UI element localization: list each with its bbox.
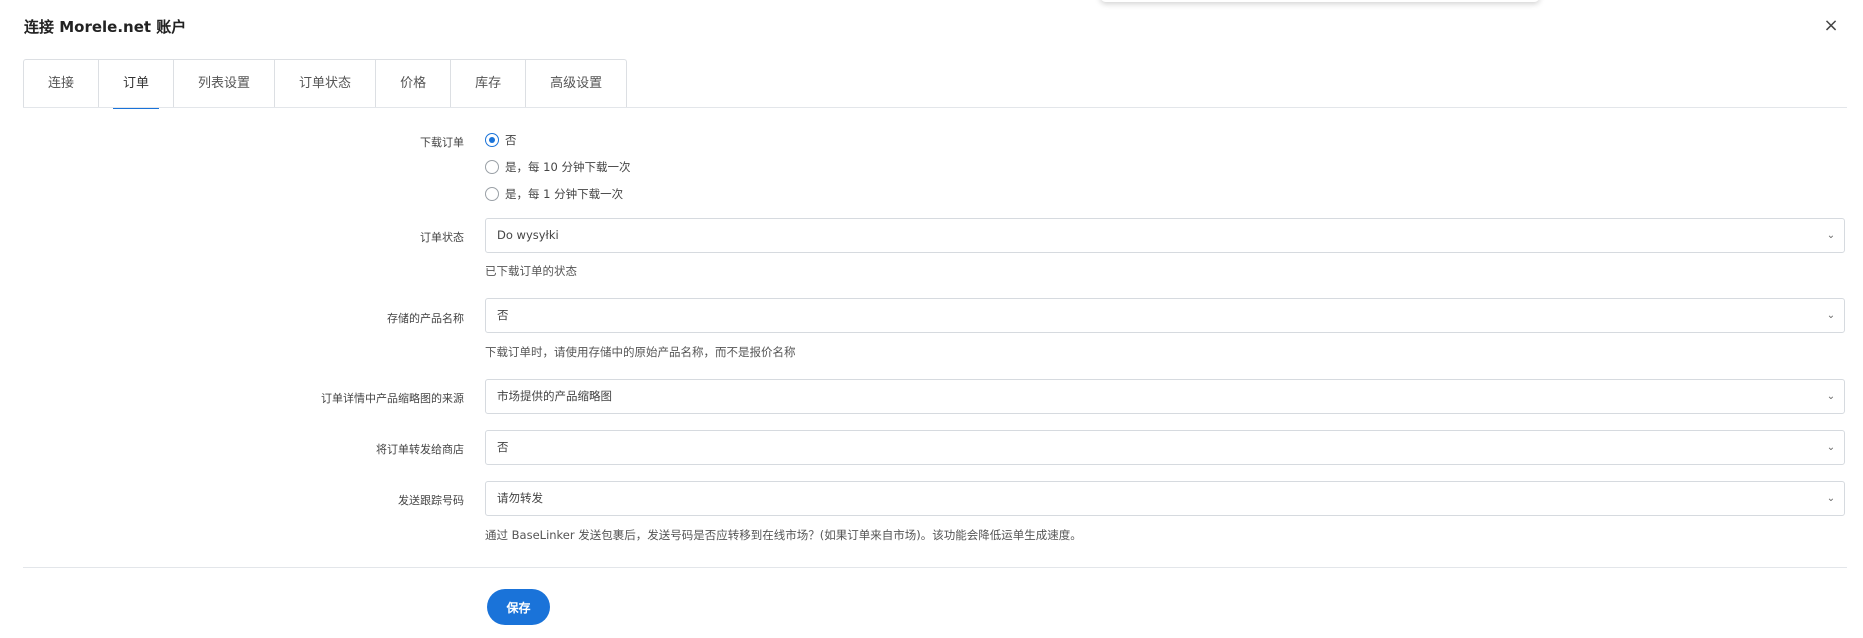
forward-to-shop-value: 否 <box>497 440 509 454</box>
popup-shadow <box>1100 0 1540 2</box>
tab-order-status[interactable]: 订单状态 <box>275 60 377 108</box>
tab-advanced-settings[interactable]: 高级设置 <box>526 60 626 108</box>
chevron-down-icon: ⌄ <box>1826 310 1836 321</box>
download-orders-option-no[interactable]: 否 <box>485 132 517 148</box>
chevron-down-icon: ⌄ <box>1826 442 1836 453</box>
order-status-select[interactable]: Do wysyłki ⌄ <box>485 218 1845 253</box>
stored-product-name-hint: 下载订单时，请使用存储中的原始产品名称，而不是报价名称 <box>485 345 796 359</box>
tab-orders[interactable]: 订单 <box>99 60 175 109</box>
close-icon[interactable]: × <box>1823 17 1839 35</box>
radio-icon[interactable] <box>485 187 499 201</box>
forward-to-shop-select[interactable]: 否 ⌄ <box>485 430 1845 465</box>
tab-stock[interactable]: 库存 <box>451 60 527 108</box>
send-tracking-label: 发送跟踪号码 <box>398 494 464 507</box>
radio-label: 是，每 1 分钟下载一次 <box>505 187 624 201</box>
stored-product-name-label: 存储的产品名称 <box>387 312 464 325</box>
send-tracking-select[interactable]: 请勿转发 ⌄ <box>485 481 1845 516</box>
modal-title: 连接 Morele.net 账户 <box>24 18 187 36</box>
radio-checked-icon[interactable] <box>485 133 499 147</box>
thumbnail-source-value: 市场提供的产品缩略图 <box>497 389 612 403</box>
send-tracking-value: 请勿转发 <box>497 491 543 505</box>
download-orders-option-1min[interactable]: 是，每 1 分钟下载一次 <box>485 186 623 202</box>
chevron-down-icon: ⌄ <box>1826 391 1836 402</box>
radio-label: 否 <box>505 133 517 147</box>
chevron-down-icon: ⌄ <box>1826 230 1836 241</box>
thumbnail-source-label: 订单详情中产品缩略图的来源 <box>321 392 464 405</box>
footer-divider <box>23 567 1847 568</box>
tab-bar: 连接 订单 列表设置 订单状态 价格 库存 高级设置 <box>23 59 628 109</box>
download-orders-label: 下载订单 <box>420 136 464 149</box>
order-status-label: 订单状态 <box>420 231 464 244</box>
thumbnail-source-select[interactable]: 市场提供的产品缩略图 ⌄ <box>485 379 1845 414</box>
radio-icon[interactable] <box>485 160 499 174</box>
stored-product-name-value: 否 <box>497 308 509 322</box>
tab-list-settings[interactable]: 列表设置 <box>174 60 276 108</box>
order-status-hint: 已下载订单的状态 <box>485 264 577 278</box>
tab-connection[interactable]: 连接 <box>24 60 100 108</box>
radio-label: 是，每 10 分钟下载一次 <box>505 160 631 174</box>
tabs-divider <box>23 107 1847 108</box>
chevron-down-icon: ⌄ <box>1826 493 1836 504</box>
stored-product-name-select[interactable]: 否 ⌄ <box>485 298 1845 333</box>
send-tracking-hint: 通过 BaseLinker 发送包裹后，发送号码是否应转移到在线市场？(如果订单… <box>485 528 1082 542</box>
tab-prices[interactable]: 价格 <box>376 60 452 108</box>
forward-to-shop-label: 将订单转发给商店 <box>376 443 464 456</box>
order-status-value: Do wysyłki <box>497 228 559 242</box>
download-orders-option-10min[interactable]: 是，每 10 分钟下载一次 <box>485 159 630 175</box>
save-button[interactable]: 保存 <box>487 589 550 625</box>
